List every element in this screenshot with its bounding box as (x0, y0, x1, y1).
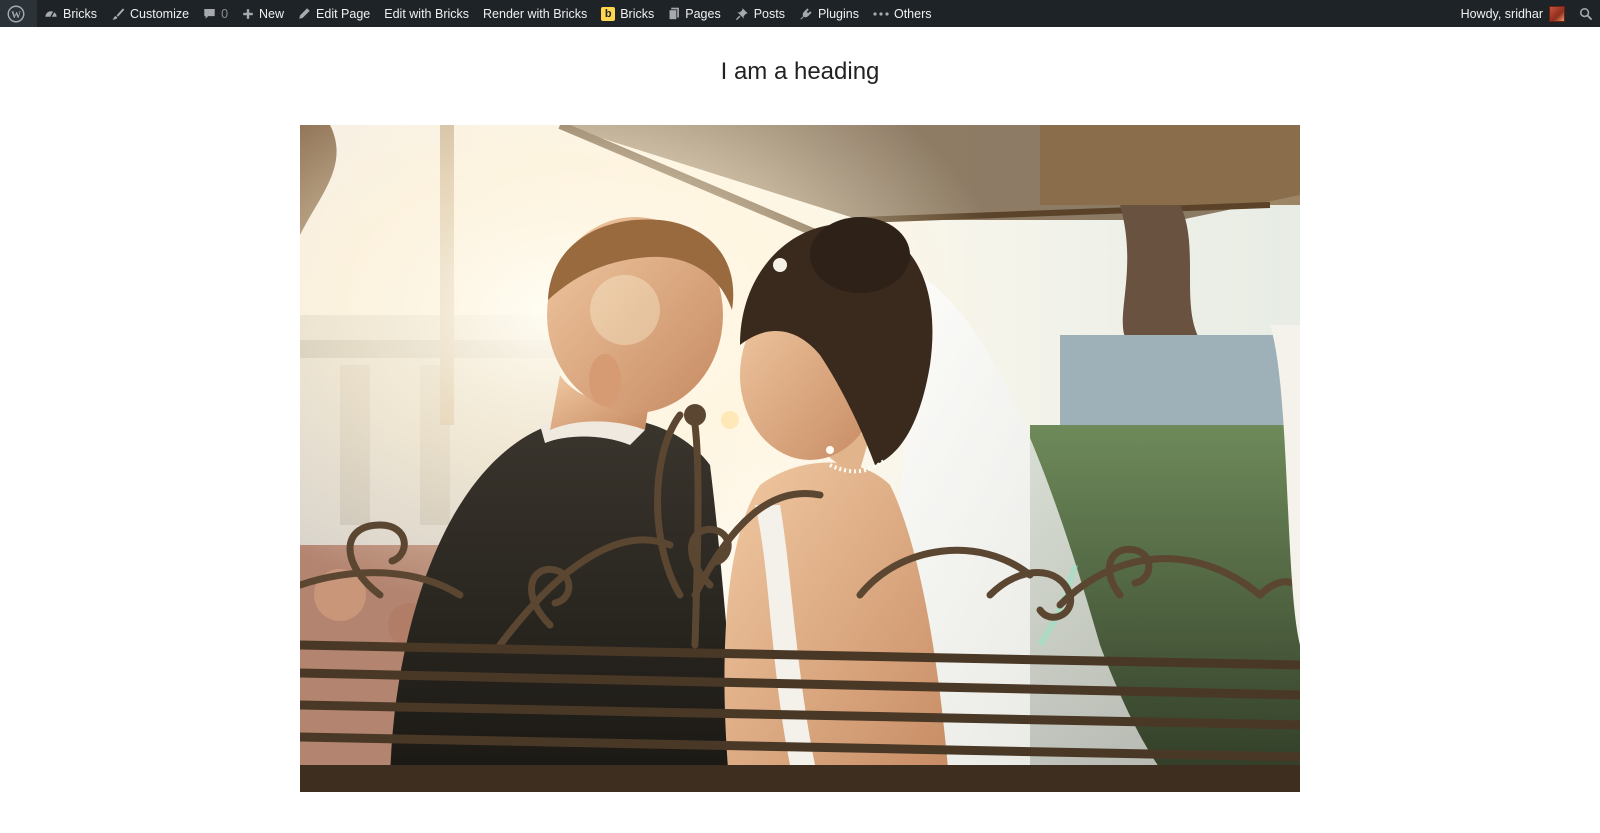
new-content-menu[interactable]: New (235, 0, 291, 27)
ellipsis-icon (873, 11, 889, 17)
pencil-icon (298, 7, 311, 20)
admin-bar: W Bricks Customize 0 New Edit Page Edit … (0, 0, 1600, 27)
site-name-menu[interactable]: Bricks (37, 0, 104, 27)
posts-label: Posts (753, 6, 785, 21)
customize-link[interactable]: Customize (104, 0, 196, 27)
dashboard-icon (44, 7, 58, 21)
paintbrush-icon (111, 7, 125, 21)
comment-bubble-icon (203, 7, 216, 20)
bricks-b-icon: b (601, 6, 616, 21)
render-with-bricks-link[interactable]: Render with Bricks (476, 0, 594, 27)
new-label: New (259, 6, 285, 21)
pages-icon (668, 7, 680, 21)
plus-icon (242, 8, 254, 20)
hero-image (300, 125, 1300, 792)
comments-link[interactable]: 0 (196, 0, 235, 27)
svg-text:W: W (11, 9, 21, 20)
edit-with-bricks-link[interactable]: Edit with Bricks (377, 0, 476, 27)
plugins-menu[interactable]: Plugins (792, 0, 866, 27)
admin-bar-right: Howdy, sridhar (1454, 0, 1600, 27)
edit-page-link[interactable]: Edit Page (291, 0, 377, 27)
search-toggle[interactable] (1572, 0, 1600, 27)
others-menu[interactable]: Others (866, 0, 939, 27)
search-icon (1579, 7, 1593, 21)
others-label: Others (893, 6, 932, 21)
wordpress-logo-icon: W (7, 5, 25, 23)
site-name-label: Bricks (63, 6, 98, 21)
avatar (1549, 5, 1565, 22)
admin-bar-left: W Bricks Customize 0 New Edit Page Edit … (0, 0, 938, 27)
edit-with-bricks-label: Edit with Bricks (384, 6, 470, 21)
customize-label: Customize (130, 6, 190, 21)
bricks-menu[interactable]: b Bricks (594, 0, 661, 27)
wordpress-menu[interactable]: W (0, 0, 37, 27)
pushpin-icon (735, 7, 749, 21)
page-heading: I am a heading (720, 58, 880, 85)
howdy-greeting: Howdy, sridhar (1460, 6, 1543, 21)
pages-menu[interactable]: Pages (661, 0, 727, 27)
edit-page-label: Edit Page (316, 6, 371, 21)
pages-label: Pages (685, 6, 721, 21)
render-with-bricks-label: Render with Bricks (483, 6, 588, 21)
bricks-menu-label: Bricks (620, 6, 655, 21)
plugins-label: Plugins (817, 6, 859, 21)
my-account-menu[interactable]: Howdy, sridhar (1454, 0, 1572, 27)
comments-count: 0 (221, 6, 229, 21)
plug-icon (799, 7, 813, 21)
posts-menu[interactable]: Posts (728, 0, 792, 27)
